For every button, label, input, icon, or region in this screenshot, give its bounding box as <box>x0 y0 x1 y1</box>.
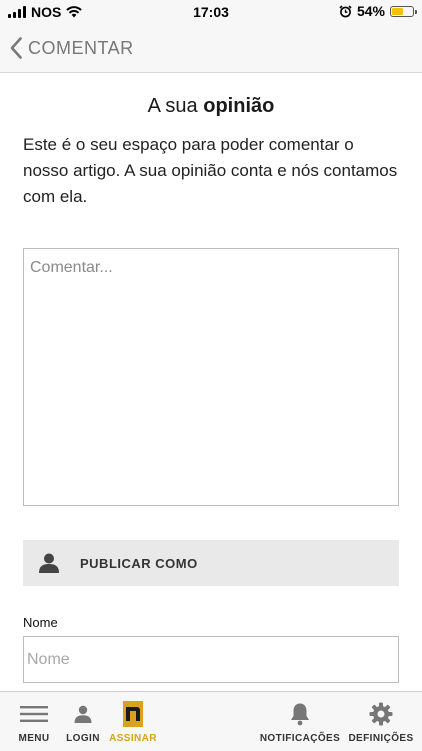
tab-menu[interactable]: MENU <box>14 692 54 751</box>
status-bar: NOS 17:03 54% <box>0 0 422 24</box>
page-title: COMENTAR <box>28 37 134 58</box>
intro-text: Este é o seu espaço para poder comentar … <box>23 135 398 206</box>
battery-percent: 54% <box>356 3 385 19</box>
battery-icon <box>390 5 417 17</box>
user-icon <box>74 705 92 723</box>
status-right: 54% <box>339 3 417 19</box>
brand-n-icon <box>123 701 143 727</box>
tab-notifications[interactable]: NOTIFICAÇÕES <box>258 692 342 751</box>
menu-icon <box>20 706 48 722</box>
chevron-left-icon <box>10 37 22 59</box>
bell-icon <box>291 703 309 726</box>
name-input[interactable] <box>23 636 399 683</box>
bottom-tab-bar: MENU LOGIN ASSINAR NOTIFICAÇÕES DEFINIÇÕ… <box>0 691 422 751</box>
publish-as-bar[interactable]: PUBLICAR COMO <box>23 540 399 586</box>
name-label: Nome <box>23 615 58 630</box>
tab-settings-label: DEFINIÇÕES <box>348 733 414 744</box>
tab-subscribe[interactable]: ASSINAR <box>107 692 159 751</box>
tab-login[interactable]: LOGIN <box>64 692 102 751</box>
section-title-bold: opinião <box>203 95 275 117</box>
nav-header: COMENTAR <box>0 24 422 73</box>
alarm-icon <box>339 4 352 17</box>
user-icon <box>38 553 60 573</box>
back-button[interactable]: COMENTAR <box>0 37 134 59</box>
tab-menu-label: MENU <box>18 733 50 744</box>
comment-form: A sua opinião Este é o seu espaço para p… <box>0 73 422 683</box>
tab-settings[interactable]: DEFINIÇÕES <box>347 692 415 751</box>
publish-as-label: PUBLICAR COMO <box>80 555 198 571</box>
gear-icon <box>369 702 393 726</box>
section-title: A sua opinião <box>0 95 422 118</box>
section-title-prefix: A sua <box>147 95 198 117</box>
tab-subscribe-label: ASSINAR <box>109 733 157 744</box>
tab-notifications-label: NOTIFICAÇÕES <box>259 733 341 744</box>
tab-login-label: LOGIN <box>66 733 100 744</box>
comment-textarea[interactable] <box>23 248 399 506</box>
